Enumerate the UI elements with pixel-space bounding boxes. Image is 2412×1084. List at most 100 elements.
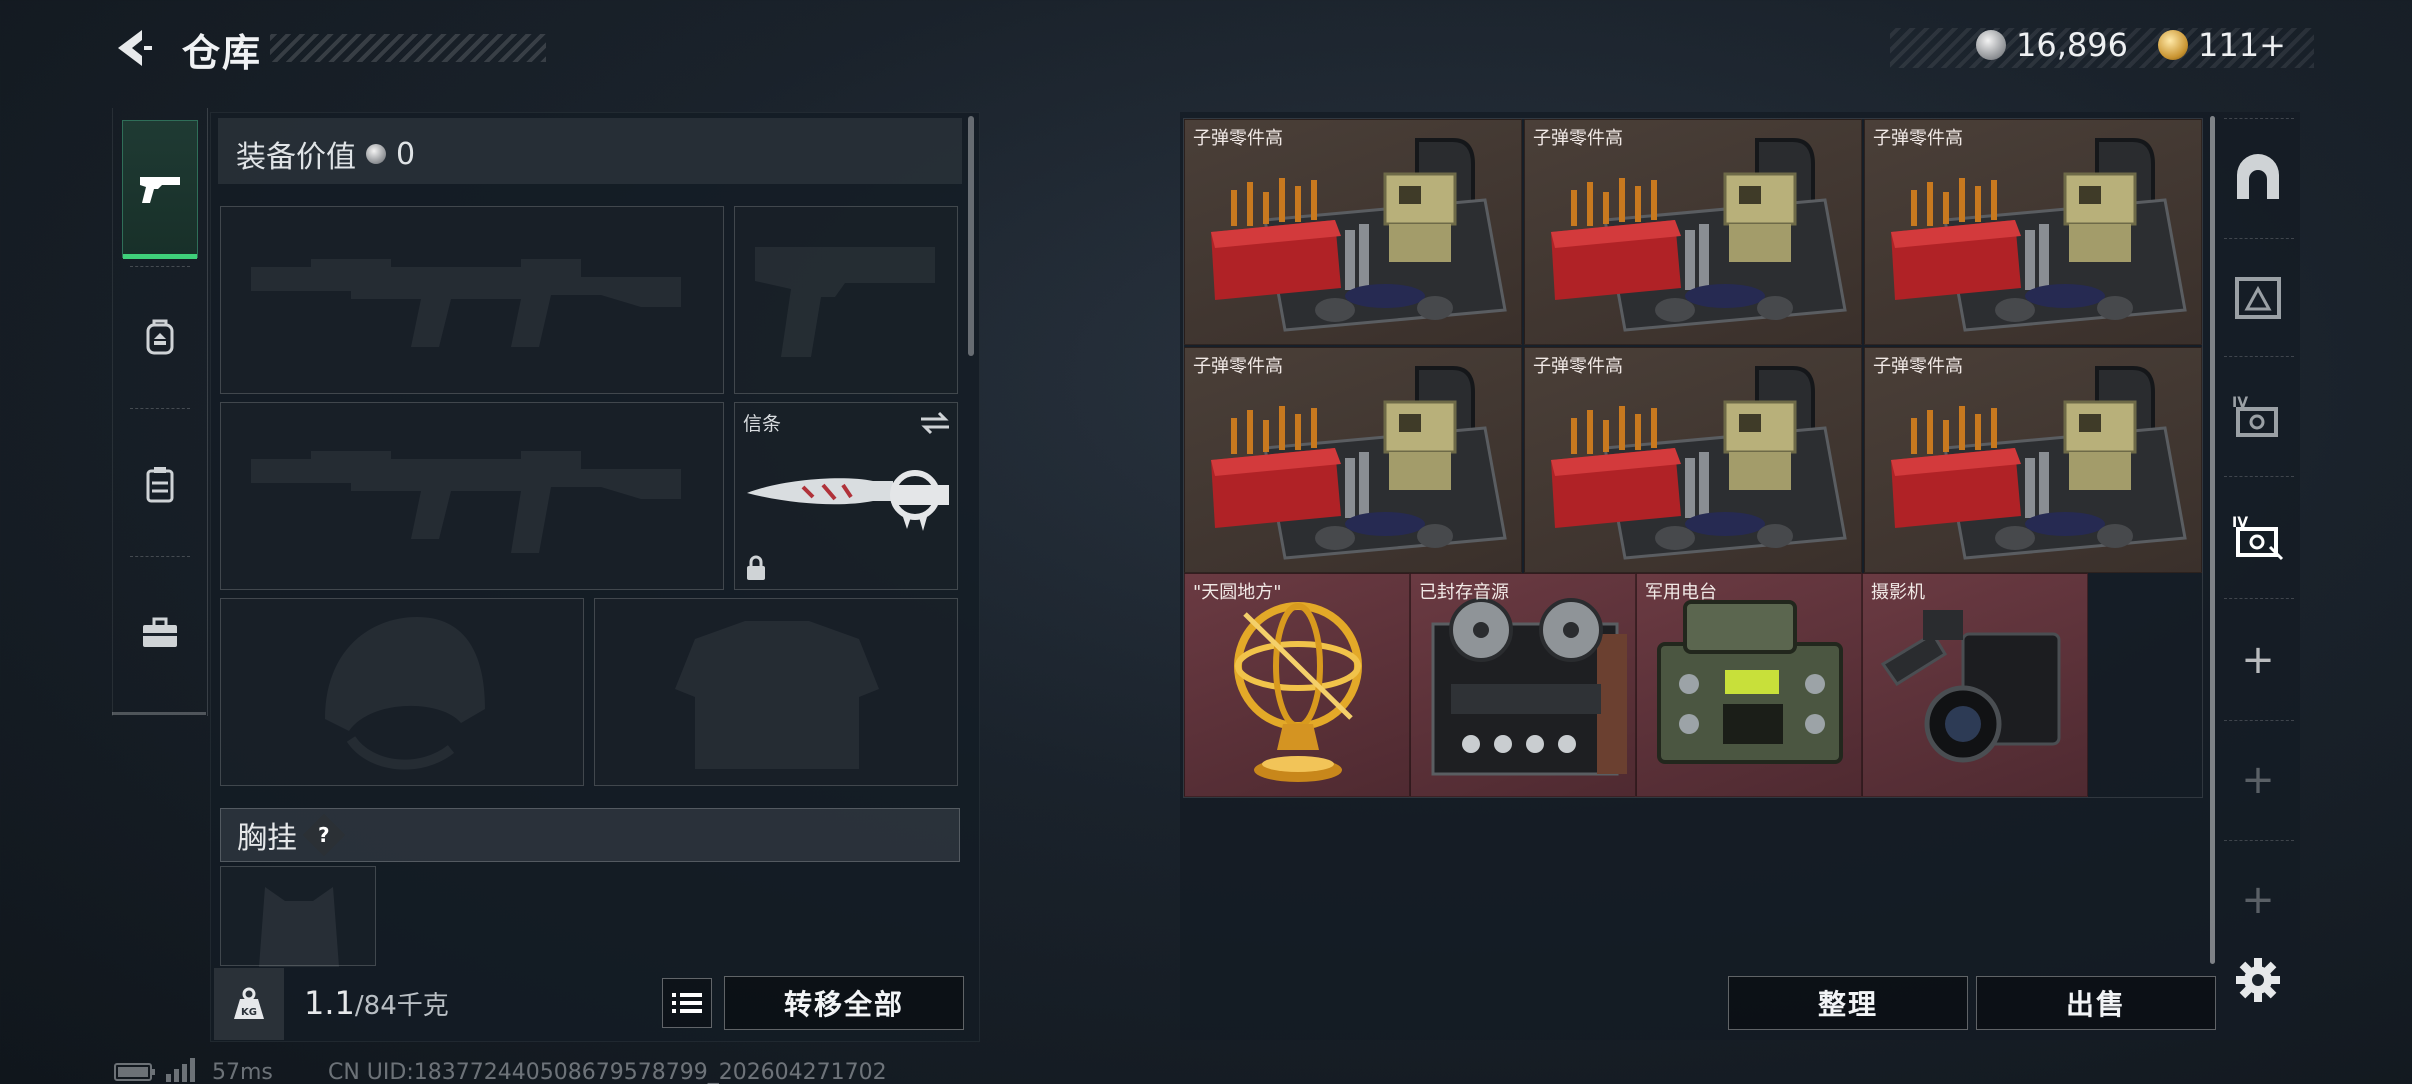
ammo-parts-icon bbox=[1211, 366, 1507, 560]
item-name: 子弹零件高 bbox=[1873, 128, 1963, 149]
sell-button[interactable]: 出售 bbox=[1976, 976, 2216, 1030]
equipment-value-amount: 0 bbox=[396, 136, 416, 172]
ammo-parts-icon bbox=[1551, 138, 1847, 332]
list-view-button[interactable] bbox=[662, 978, 712, 1028]
gold-currency[interactable]: 111+ bbox=[2158, 26, 2286, 64]
side-separator bbox=[2224, 238, 2294, 239]
side-tab-container-1[interactable] bbox=[2230, 270, 2286, 326]
warehouse-item-armillary[interactable]: "天圆地方" bbox=[1184, 573, 1410, 797]
warehouse-item-ammo-parts[interactable]: 子弹零件高 bbox=[1184, 347, 1522, 573]
warehouse-item-ammo-parts[interactable]: 子弹零件高 bbox=[1184, 119, 1522, 345]
ammo-parts-icon bbox=[1891, 366, 2187, 560]
transfer-all-button[interactable]: 转移全部 bbox=[724, 976, 964, 1030]
side-separator bbox=[2224, 598, 2294, 599]
warehouse-scrollbar[interactable] bbox=[2210, 116, 2215, 964]
item-name: 子弹零件高 bbox=[1533, 356, 1623, 377]
tab-separator bbox=[130, 266, 190, 267]
ping-readout: 57ms bbox=[212, 1060, 273, 1084]
tab-separator bbox=[130, 556, 190, 557]
warehouse-item-reel[interactable]: 已封存音源 bbox=[1410, 573, 1636, 797]
equipment-value: 装备价值 0 bbox=[236, 132, 415, 176]
side-tab-container-2[interactable]: IV bbox=[2230, 388, 2286, 444]
sort-button[interactable]: 整理 bbox=[1728, 976, 1968, 1030]
side-separator bbox=[2224, 476, 2294, 477]
chest-rig-label: 胸挂 bbox=[237, 821, 297, 856]
gold-coin-icon bbox=[2158, 30, 2188, 60]
side-tab-safehouse[interactable] bbox=[2230, 150, 2286, 206]
tab-supplies[interactable] bbox=[122, 564, 198, 702]
silver-currency: 16,896 bbox=[1976, 26, 2128, 64]
gold-amount: 111+ bbox=[2198, 26, 2286, 64]
silver-coin-icon bbox=[1976, 30, 2006, 60]
item-name: 摄影机 bbox=[1871, 582, 1925, 603]
weight-badge: KG bbox=[214, 968, 284, 1040]
tab-vest[interactable] bbox=[122, 416, 198, 554]
item-name: 子弹零件高 bbox=[1533, 128, 1623, 149]
uid-readout: CN UID:183772440508679578799_20260427170… bbox=[328, 1060, 887, 1084]
side-separator bbox=[2224, 840, 2294, 841]
item-name: 军用电台 bbox=[1645, 582, 1717, 603]
rail-divider bbox=[112, 712, 206, 715]
warehouse-item-ammo-parts[interactable]: 子弹零件高 bbox=[1524, 119, 1862, 345]
item-name: 子弹零件高 bbox=[1193, 128, 1283, 149]
loadout-scrollbar[interactable] bbox=[968, 116, 974, 356]
vest-icon bbox=[146, 467, 174, 503]
tab-weapons[interactable] bbox=[122, 120, 198, 259]
tab-separator bbox=[130, 408, 190, 409]
melee-slot[interactable]: 信条 bbox=[734, 402, 958, 590]
ammo-parts-icon bbox=[1551, 366, 1847, 560]
side-separator bbox=[2224, 720, 2294, 721]
tier-case-icon: IV bbox=[2232, 395, 2278, 437]
page-title: 仓库 bbox=[182, 31, 263, 75]
signal-icon bbox=[166, 1058, 195, 1082]
add-container-button-locked[interactable]: + bbox=[2230, 872, 2286, 928]
carry-weight-capacity: /84千克 bbox=[354, 991, 449, 1021]
item-name: 子弹零件高 bbox=[1193, 356, 1283, 377]
equipment-value-label: 装备价值 bbox=[236, 140, 356, 175]
side-separator bbox=[2224, 118, 2294, 119]
chest-rig-bar: 胸挂 ? bbox=[220, 808, 960, 862]
sidearm-slot[interactable] bbox=[734, 206, 958, 394]
warehouse-item-ammo-parts[interactable]: 子弹零件高 bbox=[1524, 347, 1862, 573]
side-separator bbox=[2224, 356, 2294, 357]
helmet-silhouette-icon bbox=[325, 617, 485, 770]
side-tab-container-3[interactable]: IV bbox=[2230, 508, 2286, 564]
lock-icon bbox=[747, 555, 765, 580]
silver-coin-icon bbox=[366, 144, 386, 164]
rifle-silhouette-icon bbox=[251, 259, 681, 347]
weight-icon: KG bbox=[234, 987, 264, 1019]
warehouse-item-ammo-parts[interactable]: 子弹零件高 bbox=[1864, 119, 2202, 345]
rifle-silhouette-icon bbox=[251, 451, 681, 553]
melee-slot-title: 信条 bbox=[743, 413, 782, 435]
crate-icon bbox=[2235, 277, 2281, 319]
warehouse-item-radio[interactable]: 军用电台 bbox=[1636, 573, 1862, 797]
backpack-icon bbox=[146, 319, 174, 355]
warehouse-item-camera[interactable]: 摄影机 bbox=[1862, 573, 2088, 797]
add-container-button-locked[interactable]: + bbox=[2230, 752, 2286, 808]
pistol-silhouette-icon bbox=[755, 247, 935, 357]
item-name: 已封存音源 bbox=[1419, 582, 1509, 603]
warehouse-item-ammo-parts[interactable]: 子弹零件高 bbox=[1864, 347, 2202, 573]
silver-amount: 16,896 bbox=[2016, 26, 2128, 64]
armor-slot[interactable] bbox=[594, 598, 958, 786]
settings-button[interactable] bbox=[2230, 952, 2286, 1008]
primary-weapon-slot[interactable] bbox=[220, 206, 724, 394]
swap-icon[interactable] bbox=[919, 411, 951, 435]
tier-case-selected-icon: IV bbox=[2232, 515, 2284, 561]
add-container-button[interactable]: + bbox=[2230, 632, 2286, 688]
back-arrow-icon[interactable] bbox=[112, 26, 156, 70]
help-icon[interactable]: ? bbox=[302, 813, 346, 857]
armillary-sphere-icon bbox=[1234, 602, 1362, 782]
arch-icon bbox=[2237, 154, 2279, 199]
knife-icon bbox=[747, 470, 949, 531]
chest-rig-slot[interactable] bbox=[220, 866, 376, 967]
item-name: 子弹零件高 bbox=[1873, 356, 1963, 377]
help-icon-glyph: ? bbox=[318, 822, 330, 847]
secondary-weapon-slot[interactable] bbox=[220, 402, 724, 590]
tab-equipment[interactable] bbox=[122, 268, 198, 406]
carry-weight-current: 1.1 bbox=[304, 984, 355, 1022]
battery-icon bbox=[114, 1063, 155, 1081]
ammo-parts-icon bbox=[1211, 138, 1507, 332]
helmet-slot[interactable] bbox=[220, 598, 584, 786]
list-icon bbox=[672, 993, 702, 1013]
